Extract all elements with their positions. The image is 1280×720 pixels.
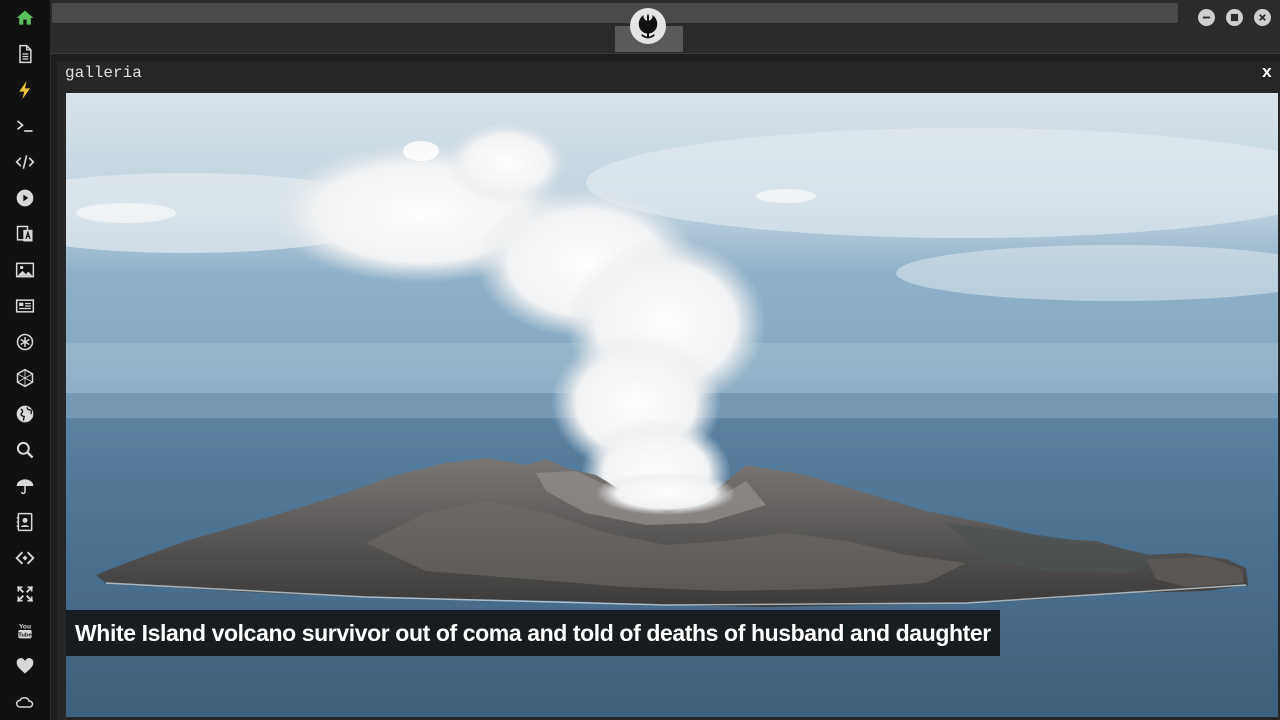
search-icon xyxy=(16,441,34,459)
sidebar-item-youtube[interactable]: You Tube xyxy=(0,612,50,648)
rebel-alliance-icon[interactable] xyxy=(630,8,666,44)
svg-text:Tube: Tube xyxy=(18,633,32,639)
hexagon-icon xyxy=(16,368,34,388)
top-bar xyxy=(50,0,1280,54)
sidebar-item-contacts[interactable] xyxy=(0,504,50,540)
home-icon xyxy=(16,10,34,25)
sidebar-item-play[interactable] xyxy=(0,180,50,216)
contacts-icon xyxy=(16,512,33,532)
cloud-icon xyxy=(16,696,34,708)
image-icon xyxy=(15,262,35,278)
window-close-button[interactable]: x xyxy=(1262,64,1272,83)
globe-icon xyxy=(16,405,34,423)
heart-icon xyxy=(16,658,34,674)
svg-text:You: You xyxy=(19,623,31,630)
code-diamond-icon xyxy=(15,551,35,565)
sidebar-item-documents[interactable] xyxy=(0,36,50,72)
window-title: galleria xyxy=(65,64,142,82)
sidebar-item-favorites[interactable] xyxy=(0,648,50,684)
umbrella-icon xyxy=(16,479,34,495)
sidebar-item-lightning[interactable] xyxy=(0,72,50,108)
maximize-icon xyxy=(1230,13,1239,22)
sidebar-item-asterisk[interactable] xyxy=(0,324,50,360)
newspaper-icon xyxy=(15,299,35,313)
terminal-icon xyxy=(16,120,33,132)
sidebar-item-expand[interactable] xyxy=(0,576,50,612)
sidebar-item-umbrella[interactable] xyxy=(0,468,50,504)
sidebar-item-code-diamond[interactable] xyxy=(0,540,50,576)
minimize-icon xyxy=(1202,16,1211,19)
sidebar-item-search[interactable] xyxy=(0,432,50,468)
sidebar-item-hexagon[interactable] xyxy=(0,360,50,396)
sidebar-item-globe[interactable] xyxy=(0,396,50,432)
sidebar-item-code[interactable] xyxy=(0,144,50,180)
sidebar-item-cloud[interactable] xyxy=(0,684,50,720)
close-icon xyxy=(1259,14,1266,21)
galleria-window: galleria x White Island volcano survivor… xyxy=(57,61,1280,720)
asterisk-circle-icon xyxy=(16,333,34,351)
sidebar-item-home[interactable] xyxy=(0,0,50,36)
translate-icon xyxy=(16,225,33,242)
play-circle-icon xyxy=(16,189,34,207)
lightning-icon xyxy=(19,80,30,100)
close-button[interactable] xyxy=(1254,9,1271,26)
youtube-icon: You Tube xyxy=(18,623,32,639)
sidebar-item-translate[interactable] xyxy=(0,216,50,252)
image-caption: White Island volcano survivor out of com… xyxy=(66,610,1000,656)
gallery-image[interactable]: White Island volcano survivor out of com… xyxy=(66,93,1278,717)
sidebar-item-news[interactable] xyxy=(0,288,50,324)
sidebar-item-terminal[interactable] xyxy=(0,108,50,144)
sidebar: You Tube xyxy=(0,0,51,720)
sidebar-item-images[interactable] xyxy=(0,252,50,288)
document-icon xyxy=(19,44,32,64)
maximize-button[interactable] xyxy=(1226,9,1243,26)
minimize-button[interactable] xyxy=(1198,9,1215,26)
expand-icon xyxy=(16,585,34,603)
address-bar[interactable] xyxy=(52,3,1178,23)
code-icon xyxy=(15,155,35,169)
